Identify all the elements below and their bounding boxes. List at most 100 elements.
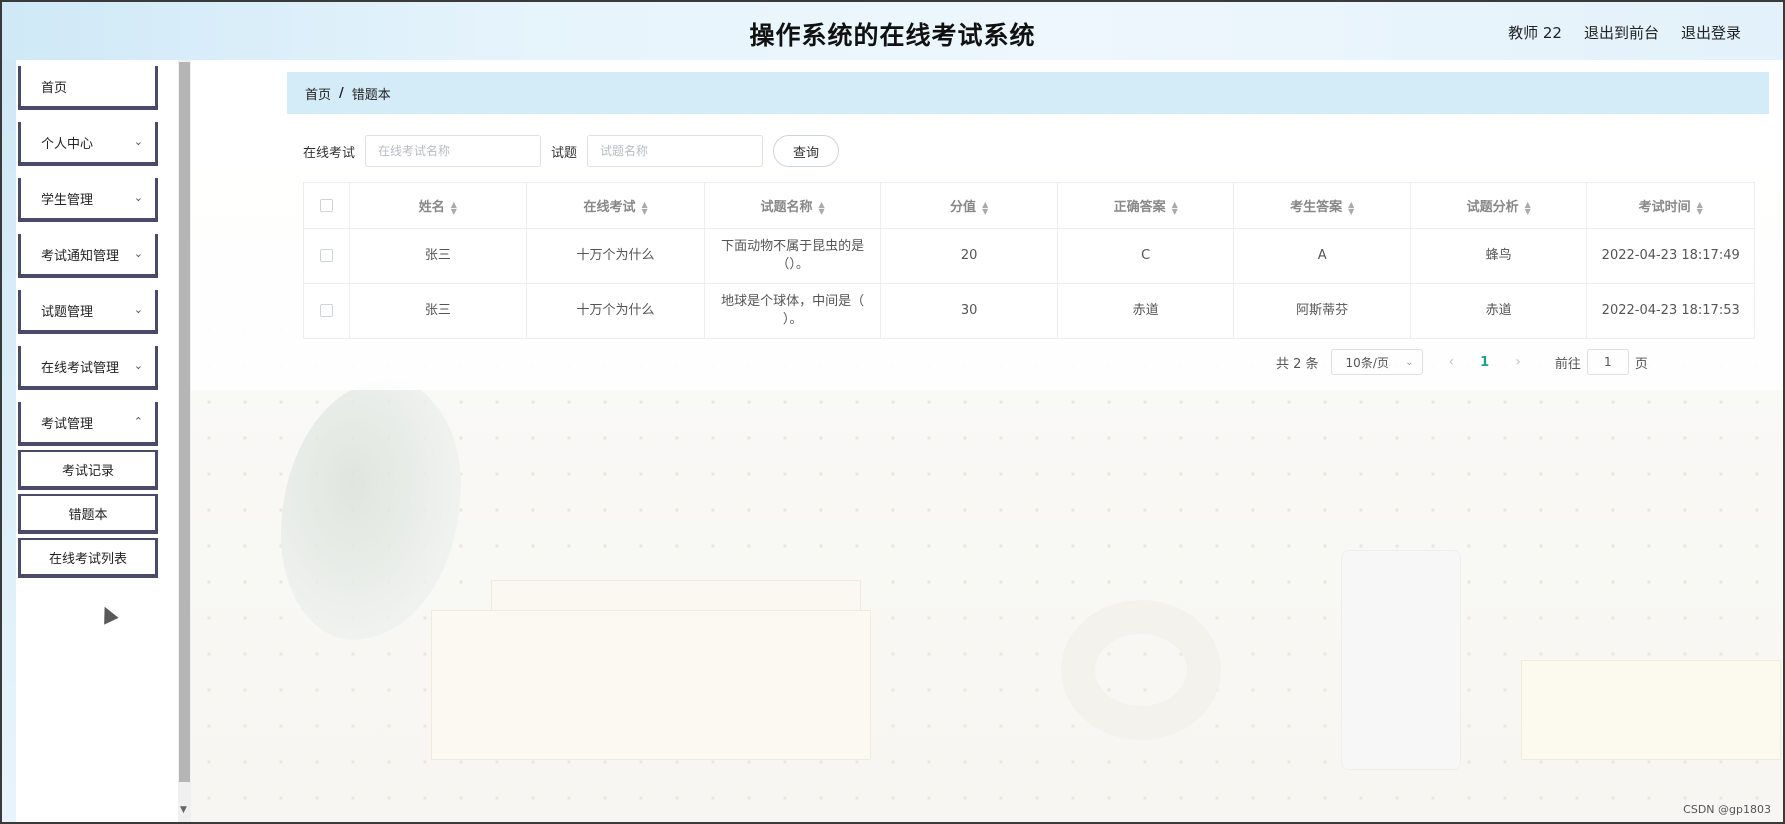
sidebar-item-home[interactable]: 首页 <box>18 66 158 110</box>
breadcrumb-current: 错题本 <box>351 87 391 103</box>
sidebar-subitem-label: 错题本 <box>68 507 108 523</box>
sidebar-item-student-management[interactable]: 学生管理 ⌄ <box>18 178 158 222</box>
select-all-cell <box>303 182 350 229</box>
table-row: 张三 十万个为什么 下面动物不属于昆虫的是（）。 20 C A 蜂鸟 2022-… <box>303 228 1755 284</box>
next-page-icon[interactable]: › <box>1515 354 1521 370</box>
row-select-cell <box>303 228 350 284</box>
table-cell: 张三 <box>348 283 528 339</box>
goto-label: 前往 <box>1554 356 1581 372</box>
page-unit-label: 页 <box>1634 356 1648 372</box>
row-checkbox[interactable] <box>319 249 333 262</box>
sort-icon: ▲ ▼ <box>1348 199 1355 216</box>
row-checkbox[interactable] <box>319 304 333 317</box>
chevron-down-icon: ⌄ <box>133 135 143 148</box>
column-header[interactable]: 试题名称 ▲ ▼ <box>703 182 882 229</box>
table-cell: 蜂鸟 <box>1409 228 1588 284</box>
sidebar-subitem-label: 考试记录 <box>61 463 114 479</box>
table-cell: 20 <box>880 228 1058 284</box>
table-cell: 2022-04-23 18:17:53 <box>1586 283 1755 339</box>
scroll-down-arrow-icon[interactable]: ▼ <box>180 805 187 815</box>
sort-icon: ▲ ▼ <box>818 199 825 216</box>
table-row: 张三 十万个为什么 地球是个球体，中间是（ ）。 30 赤道 阿斯蒂芬 赤道 2… <box>303 283 1755 339</box>
column-header[interactable]: 分值 ▲ ▼ <box>880 182 1058 229</box>
sidebar-subitem-label: 在线考试列表 <box>48 551 127 567</box>
app-window: 操作系统的在线考试系统 教师 22 退出到前台 退出登录 首页 个人中心 ⌄ 学… <box>0 0 1785 824</box>
row-select-cell <box>303 283 350 339</box>
sidebar-item-label: 考试管理 <box>41 416 94 432</box>
table-cell: 地球是个球体，中间是（ ）。 <box>703 283 882 339</box>
table-cell: A <box>1233 228 1411 284</box>
query-button[interactable]: 查询 <box>773 135 840 167</box>
pagination: 共 2 条 10条/页 ⌄ ‹ 1 › 前往 1 页 <box>1276 349 1648 375</box>
main-content: 首页 / 错题本 在线考试 试题 查询 姓名▲▼ 在线考试▲▼ 试题名称▲▼ 分… <box>191 60 1783 822</box>
chevron-up-icon: ⌃ <box>133 415 143 428</box>
sort-icon: ▲ ▼ <box>982 199 989 216</box>
sort-icon: ▲ ▼ <box>641 199 648 216</box>
sidebar-scrollbar[interactable]: ▼ <box>178 60 191 822</box>
sidebar-item-online-exam-management[interactable]: 在线考试管理 ⌄ <box>18 346 158 390</box>
sidebar-item-label: 在线考试管理 <box>41 360 120 376</box>
sidebar-item-exam-notice[interactable]: 考试通知管理 ⌄ <box>18 234 158 278</box>
table-cell: 赤道 <box>1409 283 1588 339</box>
decor-shape <box>1521 660 1781 760</box>
select-all-checkbox[interactable] <box>319 199 333 212</box>
sidebar-item-label: 首页 <box>41 80 68 96</box>
table-cell: 阿斯蒂芬 <box>1233 283 1411 339</box>
top-header: 操作系统的在线考试系统 教师 22 退出到前台 退出登录 <box>2 2 1783 60</box>
sidebar-subitem-exam-records[interactable]: 考试记录 <box>18 450 158 490</box>
table-cell: C <box>1056 228 1235 284</box>
question-filter-label: 试题 <box>551 145 578 161</box>
prev-page-icon[interactable]: ‹ <box>1449 354 1455 370</box>
table-header-row: 姓名 ▲ ▼ 在线考试 ▲ ▼ 试题名称 ▲ ▼ 分值 ▲ ▼ 正确答案 ▲ ▼ 考生答案 ▲ ▼ 试题… <box>303 182 1755 229</box>
column-header[interactable]: 姓名 ▲ ▼ <box>348 182 528 229</box>
sort-icon: ▲ ▼ <box>1171 199 1178 216</box>
goto-page-input[interactable]: 1 <box>1586 349 1629 375</box>
table-cell: 赤道 <box>1056 283 1235 339</box>
chevron-down-icon: ⌄ <box>1405 356 1414 368</box>
table-cell: 张三 <box>348 228 528 284</box>
sort-icon: ▲ ▼ <box>1524 199 1531 216</box>
table-cell: 十万个为什么 <box>526 228 705 284</box>
sort-icon: ▲ ▼ <box>450 199 457 216</box>
sidebar-item-label: 考试通知管理 <box>41 248 120 264</box>
column-header[interactable]: 考生答案 ▲ ▼ <box>1233 182 1411 229</box>
page-number-current[interactable]: 1 <box>1480 355 1489 370</box>
table-cell: 2022-04-23 18:17:49 <box>1586 228 1755 284</box>
decor-plant <box>281 380 461 640</box>
column-header[interactable]: 考试时间 ▲ ▼ <box>1586 182 1755 229</box>
watermark: CSDN @gp1803 <box>1683 803 1771 816</box>
table-cell: 下面动物不属于昆虫的是（）。 <box>703 228 882 284</box>
column-header[interactable]: 在线考试 ▲ ▼ <box>526 182 705 229</box>
chevron-down-icon: ⌄ <box>133 191 143 204</box>
sidebar-item-question-management[interactable]: 试题管理 ⌄ <box>18 290 158 334</box>
sort-icon: ▲ ▼ <box>1696 199 1703 216</box>
breadcrumb-home[interactable]: 首页 <box>305 84 331 103</box>
chevron-down-icon: ⌄ <box>133 303 143 316</box>
question-name-input[interactable] <box>587 135 764 167</box>
wrong-questions-table: 姓名 ▲ ▼ 在线考试 ▲ ▼ 试题名称 ▲ ▼ 分值 ▲ ▼ 正确答案 ▲ ▼ 考生答案 ▲ ▼ 试题… <box>303 182 1755 339</box>
column-header[interactable]: 正确答案 ▲ ▼ <box>1056 182 1235 229</box>
current-user: 教师 22 <box>1508 24 1562 42</box>
sidebar-item-personal-center[interactable]: 个人中心 ⌄ <box>18 122 158 166</box>
breadcrumb-separator: / <box>339 85 344 101</box>
sidebar-item-exam-management[interactable]: 考试管理 ⌃ <box>18 402 158 446</box>
page-size-select[interactable]: 10条/页 ⌄ <box>1330 349 1423 375</box>
logout-link[interactable]: 退出登录 <box>1681 22 1741 43</box>
back-to-front-link[interactable]: 退出到前台 <box>1584 22 1659 43</box>
header-actions: 教师 22 退出到前台 退出登录 <box>1508 22 1741 43</box>
sidebar-subitem-wrong-questions[interactable]: 错题本 <box>18 494 158 534</box>
sidebar-item-label: 试题管理 <box>41 304 94 320</box>
scrollbar-thumb[interactable] <box>179 62 190 782</box>
sidebar-item-label: 学生管理 <box>41 192 94 208</box>
decor-shape <box>431 610 871 760</box>
decor-shape <box>1341 550 1461 770</box>
chevron-down-icon: ⌄ <box>133 247 143 260</box>
exam-name-input[interactable] <box>365 135 542 167</box>
sidebar-subitem-online-exam-list[interactable]: 在线考试列表 <box>18 538 158 578</box>
exam-filter-label: 在线考试 <box>303 145 356 161</box>
column-header[interactable]: 试题分析 ▲ ▼ <box>1409 182 1588 229</box>
search-form: 在线考试 试题 查询 <box>303 135 840 167</box>
decor-shape <box>1061 600 1221 740</box>
sidebar-item-label: 个人中心 <box>41 136 94 152</box>
table-cell: 30 <box>880 283 1058 339</box>
